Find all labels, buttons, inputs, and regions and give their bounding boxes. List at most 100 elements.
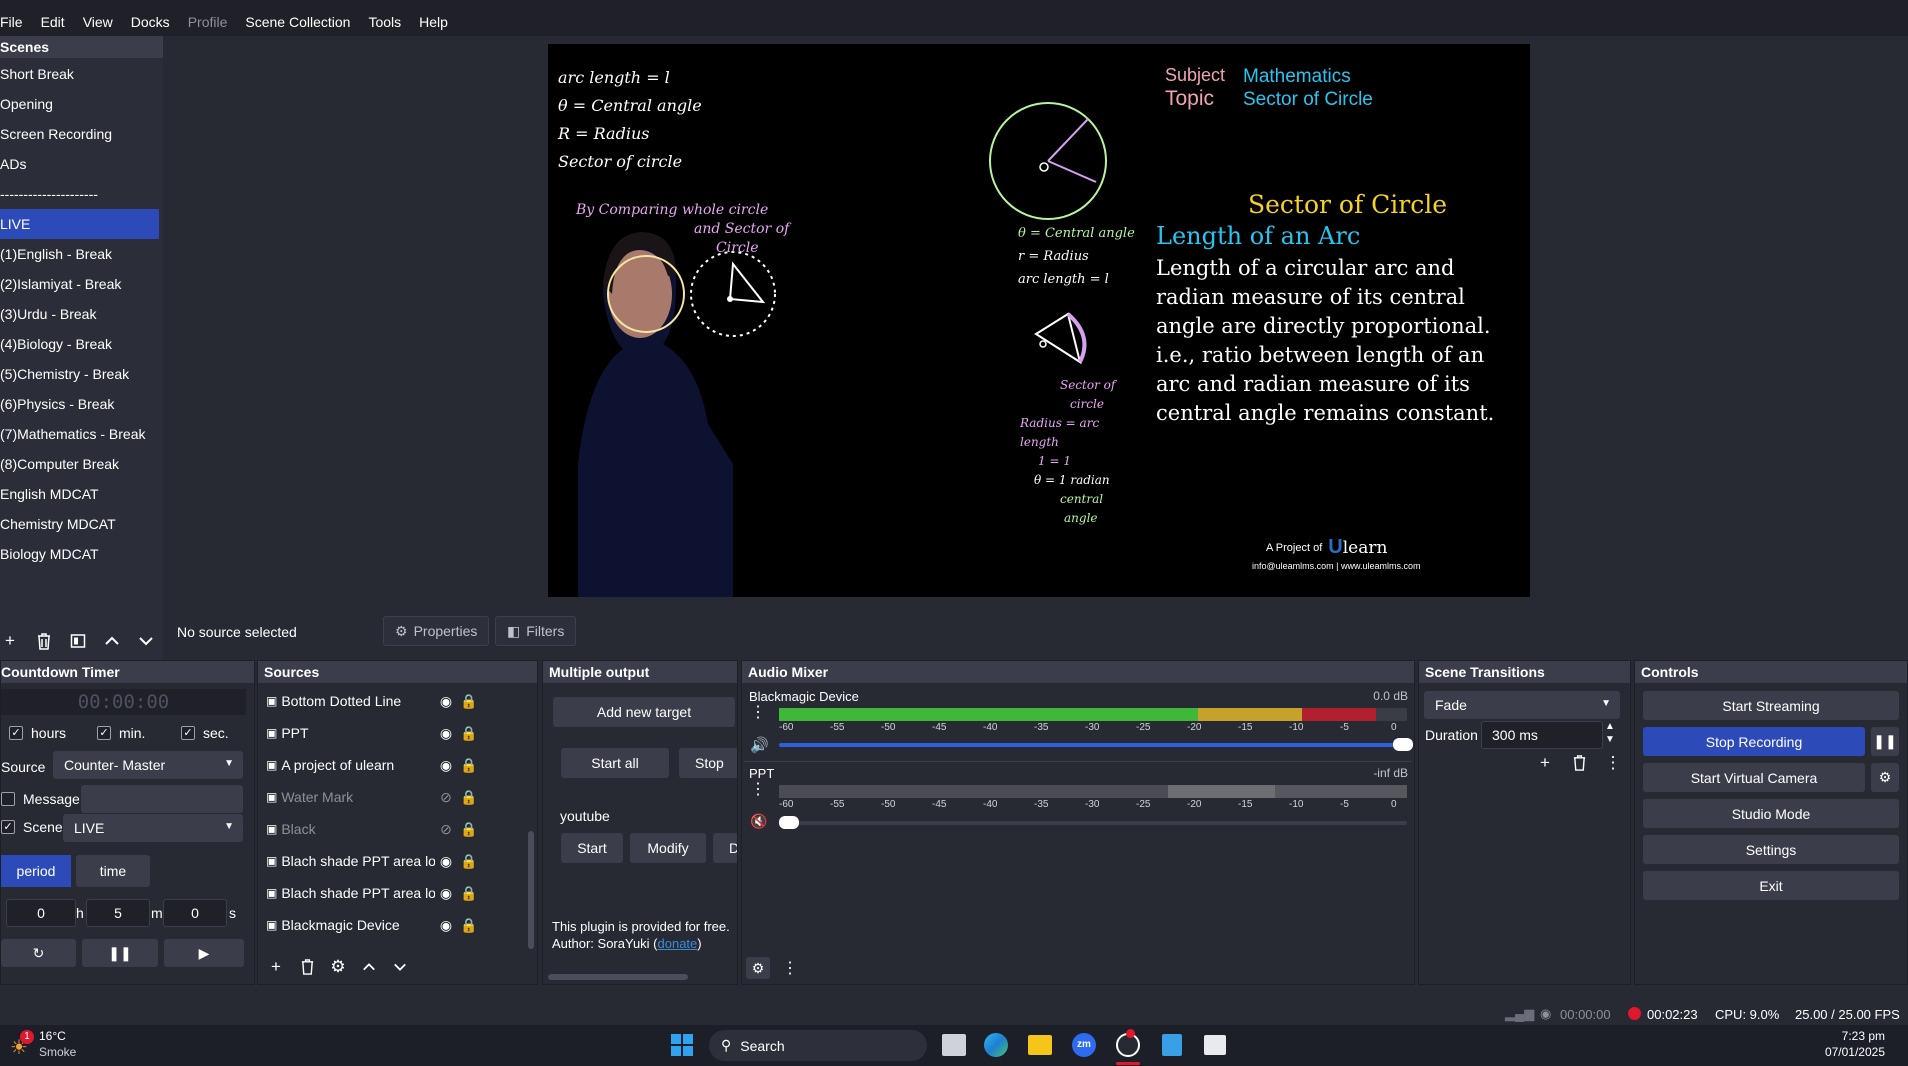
stop-all-button[interactable]: Stop (679, 748, 737, 778)
properties-button[interactable]: ⚙ Properties (383, 616, 490, 646)
tab-period[interactable]: period (1, 855, 71, 887)
message-input[interactable] (81, 785, 243, 813)
scene-item[interactable]: Biology MDCAT (0, 539, 163, 569)
volume-slider[interactable] (779, 816, 1407, 829)
virtual-camera-settings-button[interactable]: ⚙ (1871, 763, 1899, 792)
scene-checkbox[interactable]: ✓ Scene (1, 819, 63, 835)
add-icon[interactable]: + (1535, 753, 1555, 773)
pause-button[interactable]: ❚❚ (82, 939, 158, 967)
scene-item[interactable]: Screen Recording (0, 119, 163, 149)
add-icon[interactable]: + (0, 631, 20, 651)
speaker-icon[interactable]: 🔊 (750, 736, 769, 754)
lock-icon[interactable]: 🔒 (457, 853, 481, 870)
sources-scrollbar[interactable] (528, 831, 534, 949)
volume-slider-handle[interactable] (1393, 738, 1413, 751)
scene-item[interactable]: (8)Computer Break (0, 449, 163, 479)
menu-file[interactable]: File (0, 8, 32, 36)
menu-profile[interactable]: Profile (179, 8, 237, 36)
menu-scene-collection[interactable]: Scene Collection (236, 8, 359, 36)
lock-icon[interactable]: 🔒 (457, 917, 481, 934)
filter-icon[interactable] (68, 631, 88, 651)
kebab-menu-icon[interactable]: ⋮ (782, 958, 798, 978)
trash-icon[interactable] (34, 631, 54, 651)
volume-slider[interactable] (779, 738, 1413, 751)
scene-item[interactable]: Short Break (0, 59, 163, 89)
eye-icon[interactable]: ◉ (435, 885, 457, 902)
gear-icon[interactable]: ⚙ (328, 957, 348, 977)
chevron-down-icon[interactable] (136, 631, 156, 651)
pause-recording-button[interactable]: ❚❚ (1871, 727, 1899, 756)
scene-item[interactable]: ADs (0, 149, 163, 179)
lock-icon[interactable]: 🔒 (457, 693, 481, 710)
mixer-settings-button[interactable]: ⚙ (746, 957, 770, 979)
scene-item[interactable]: Opening (0, 89, 163, 119)
horizontal-scrollbar[interactable] (548, 974, 688, 980)
menu-view[interactable]: View (74, 8, 122, 36)
lock-icon[interactable]: 🔒 (457, 885, 481, 902)
source-row[interactable]: ▣ Black ⊘ 🔒 (266, 814, 481, 844)
notepad-icon[interactable] (1162, 1034, 1182, 1056)
source-row[interactable]: ▣ PPT ◉ 🔒 (266, 718, 481, 748)
kebab-menu-icon[interactable]: ⋮ (750, 705, 766, 721)
min-checkbox[interactable]: ✓ min. (97, 725, 145, 741)
scene-item[interactable]: (6)Physics - Break (0, 389, 163, 419)
kebab-menu-icon[interactable]: ⋮ (750, 782, 766, 798)
lock-icon[interactable]: 🔒 (457, 757, 481, 774)
menu-edit[interactable]: Edit (32, 8, 74, 36)
lock-icon[interactable]: 🔒 (457, 725, 481, 742)
donate-link[interactable]: donate (658, 936, 698, 951)
windows-start-icon[interactable] (671, 1034, 693, 1056)
scene-item[interactable]: (2)Islamiyat - Break (0, 269, 163, 299)
eye-hidden-icon[interactable]: ⊘ (435, 789, 457, 806)
source-select[interactable]: Counter- Master ▼ (53, 751, 243, 779)
edge-browser-icon[interactable] (984, 1033, 1008, 1057)
lock-icon[interactable]: 🔒 (457, 789, 481, 806)
trash-icon[interactable] (297, 957, 317, 977)
studio-mode-button[interactable]: Studio Mode (1643, 799, 1899, 828)
start-streaming-button[interactable]: Start Streaming (1643, 691, 1899, 720)
filters-button[interactable]: ◧ Filters (495, 616, 577, 646)
scene-item[interactable]: Chemistry MDCAT (0, 509, 163, 539)
message-checkbox[interactable]: Message (1, 791, 80, 807)
seconds-input[interactable]: 0 (163, 899, 227, 927)
source-row[interactable]: ▣Blach shade PPT area lower◉🔒 (266, 878, 481, 908)
chevron-up-icon[interactable] (102, 631, 122, 651)
eye-icon[interactable]: ◉ (435, 917, 457, 934)
lock-icon[interactable]: 🔒 (457, 821, 481, 838)
eye-icon[interactable]: ◉ (435, 693, 457, 710)
scene-item[interactable]: (5)Chemistry - Break (0, 359, 163, 389)
add-new-target-button[interactable]: Add new target (553, 697, 735, 727)
scene-item[interactable]: (7)Mathematics - Break (0, 419, 163, 449)
target-modify-button[interactable]: Modify (630, 833, 706, 863)
reset-button[interactable]: ↻ (1, 939, 76, 967)
scene-item[interactable]: English MDCAT (0, 479, 163, 509)
target-start-button[interactable]: Start (561, 833, 623, 863)
scene-item[interactable]: (3)Urdu - Break (0, 299, 163, 329)
source-row[interactable]: ▣ Bottom Dotted Line ◉ 🔒 (266, 686, 481, 716)
taskbar-search[interactable]: ⚲ Search (709, 1030, 927, 1061)
spin-arrows-icon[interactable]: ▲ ▼ (1605, 720, 1615, 746)
task-view-icon[interactable] (942, 1034, 966, 1056)
tab-time[interactable]: time (76, 855, 150, 887)
scene-item[interactable]: (1)English - Break (0, 239, 163, 269)
window-app-icon[interactable] (1204, 1035, 1226, 1055)
transition-select[interactable]: Fade ▼ (1424, 691, 1620, 719)
trash-icon[interactable] (1569, 753, 1589, 773)
scene-item-selected[interactable]: LIVE (0, 209, 159, 239)
menu-docks[interactable]: Docks (122, 8, 179, 36)
scene-select[interactable]: LIVE ▼ (63, 814, 243, 842)
zoom-icon[interactable]: zm (1072, 1033, 1096, 1057)
kebab-menu-icon[interactable]: ⋮ (1603, 753, 1623, 773)
play-button[interactable]: ▶ (164, 939, 244, 967)
eye-icon[interactable]: ◉ (435, 853, 457, 870)
eye-hidden-icon[interactable]: ⊘ (435, 821, 457, 838)
stop-recording-button[interactable]: Stop Recording (1643, 727, 1865, 756)
scene-item[interactable]: (4)Biology - Break (0, 329, 163, 359)
menu-help[interactable]: Help (410, 8, 457, 36)
add-icon[interactable]: + (266, 957, 286, 977)
exit-button[interactable]: Exit (1643, 871, 1899, 900)
settings-button[interactable]: Settings (1643, 835, 1899, 864)
hours-checkbox[interactable]: ✓ hours (9, 725, 66, 741)
eye-icon[interactable]: ◉ (435, 757, 457, 774)
menu-tools[interactable]: Tools (359, 8, 410, 36)
